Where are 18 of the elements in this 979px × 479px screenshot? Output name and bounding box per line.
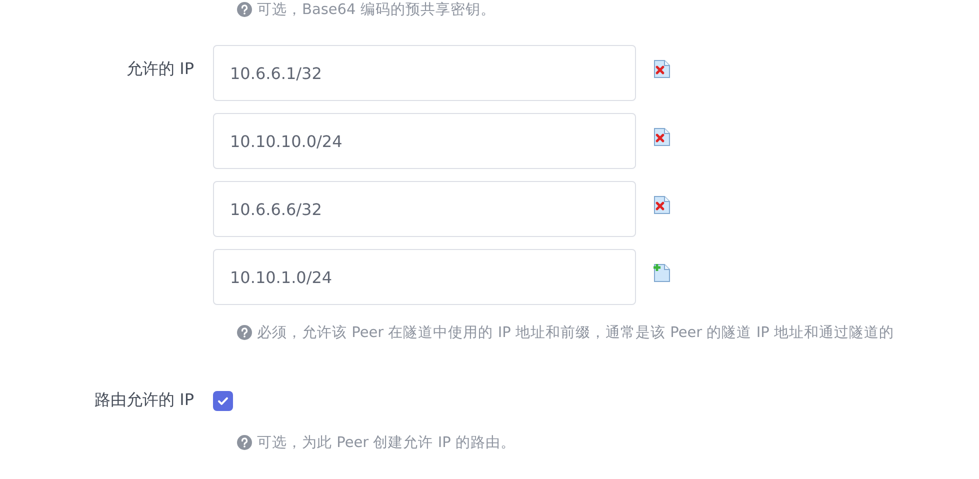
help-text: 可选，Base64 编码的预共享密钥。	[257, 0, 496, 19]
remove-icon[interactable]	[652, 127, 672, 147]
remove-icon[interactable]	[652, 195, 672, 215]
field-label: 路由允许的 IP	[94, 390, 195, 411]
help-icon	[237, 325, 252, 340]
input-field[interactable]: 10.10.10.0/24	[213, 113, 636, 169]
remove-icon[interactable]	[652, 59, 672, 79]
help-text: 可选，为此 Peer 创建允许 IP 的路由。	[257, 434, 516, 452]
checkbox[interactable]	[213, 390, 233, 410]
add-icon[interactable]	[652, 263, 672, 283]
help-text: 必须，允许该 Peer 在隧道中使用的 IP 地址和前缀，通常是该 Peer 的隧道 IP 地址和通过隧道的	[257, 324, 894, 342]
field-label: 允许的 IP	[126, 58, 195, 80]
input-field[interactable]: 10.6.6.6/32	[213, 181, 636, 237]
input-field[interactable]: 10.10.1.0/24	[213, 249, 636, 305]
help-icon	[237, 2, 252, 17]
help-icon	[237, 435, 252, 450]
checkmark-icon	[217, 394, 229, 406]
input-field[interactable]: 10.6.6.1/32	[213, 45, 636, 101]
